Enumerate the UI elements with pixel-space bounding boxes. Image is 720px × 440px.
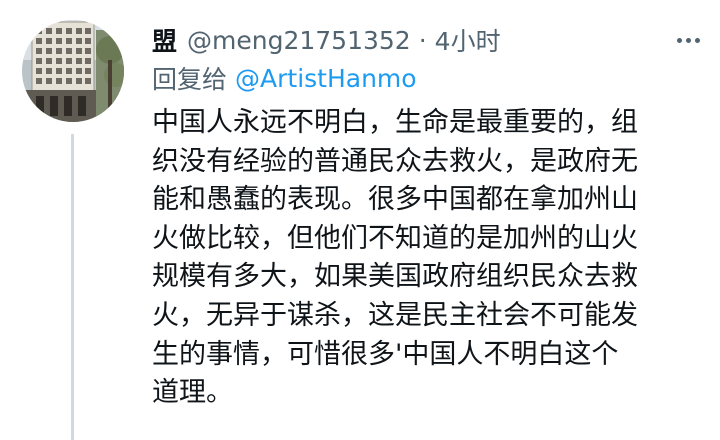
dot-icon xyxy=(694,37,700,43)
tweet-text-line: 火，无异于谋杀，这是民主社会不可能发 xyxy=(152,299,638,331)
display-name[interactable]: 盟 xyxy=(152,22,177,58)
avatar[interactable] xyxy=(22,20,124,122)
more-horizontal-icon[interactable] xyxy=(672,24,704,56)
dot-icon xyxy=(685,37,691,43)
reply-target-link[interactable]: @ArtistHanmo xyxy=(235,64,417,93)
tweet-text-line: 中国人永远不明白，生命是最重要的，组 xyxy=(152,107,638,138)
tweet-text-line: 生的事情，可惜很多'中国人不明白这个 xyxy=(152,338,619,370)
tweet-text-line: 规模有多大，如果美国政府组织民众去救 xyxy=(152,261,638,293)
user-handle[interactable]: @meng21751352 xyxy=(187,26,411,55)
tweet-text-line: 能和愚蠢的表现。很多中国都在拿加州山 xyxy=(152,184,638,216)
tweet-text-line: 织没有经验的普通民众去救火，是政府无 xyxy=(152,145,638,177)
tweet-text-line: 道理。 xyxy=(152,377,233,409)
tweet-header: 盟 @meng21751352 · 4小时 xyxy=(152,20,501,60)
timestamp[interactable]: 4小时 xyxy=(435,22,501,58)
separator-dot: · xyxy=(418,25,427,55)
tweet-text: 中国人永远不明白，生命是最重要的，组 织没有经验的普通民众去救火，是政府无 能和… xyxy=(152,104,707,413)
avatar-column xyxy=(20,12,124,440)
tweet[interactable]: 盟 @meng21751352 · 4小时 回复给 @ArtistHanmo 中… xyxy=(0,0,720,440)
dot-icon xyxy=(676,37,682,43)
reply-label: 回复给 xyxy=(152,65,228,94)
reply-context: 回复给 @ArtistHanmo xyxy=(152,60,417,96)
tweet-text-line: 火做比较，但他们不知道的是加州的山火 xyxy=(152,222,638,254)
building-photo-avatar xyxy=(22,20,124,122)
thread-line xyxy=(71,134,74,440)
